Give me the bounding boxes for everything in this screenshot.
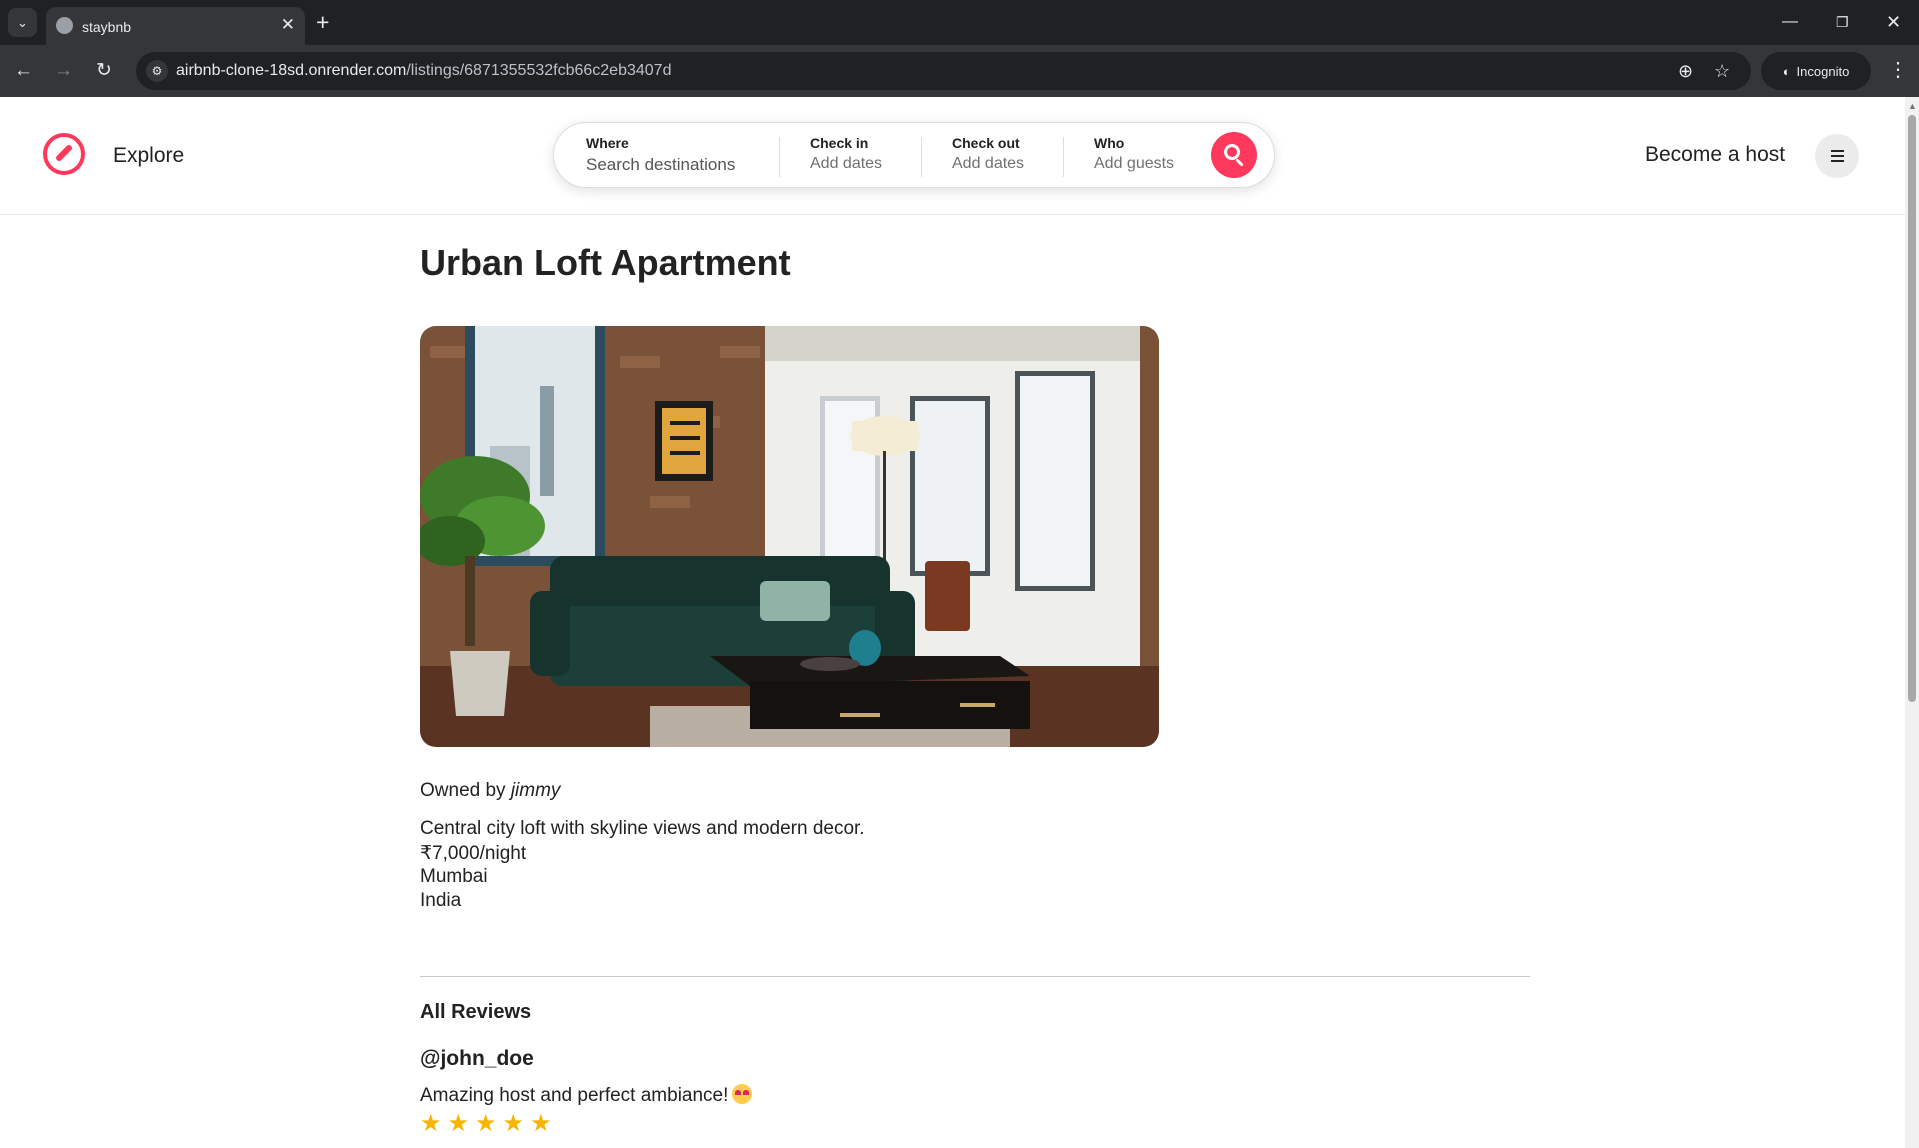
checkout-label: Check out — [952, 135, 1020, 151]
browser-tab[interactable]: staybnb ✕ — [46, 7, 305, 45]
reload-icon[interactable]: ↻ — [96, 58, 112, 84]
incognito-label: Incognito — [1796, 63, 1850, 79]
divider — [921, 137, 922, 177]
scroll-up-icon[interactable]: ▲ — [1908, 101, 1917, 111]
star-bookmark-icon[interactable]: ☆ — [1714, 60, 1730, 82]
review-comment-text: Amazing host and perfect ambiance! — [420, 1085, 729, 1106]
divider — [1063, 137, 1064, 177]
review-author: @john_doe — [420, 1047, 534, 1070]
globe-icon — [56, 17, 73, 34]
checkout-value: Add dates — [952, 155, 1025, 172]
star-icon: ★ — [530, 1110, 552, 1137]
star-icon: ★ — [447, 1110, 470, 1137]
search-button[interactable] — [1211, 132, 1257, 178]
zoom-icon[interactable]: ⊕ — [1678, 60, 1693, 82]
where-field[interactable]: Where Search destinations — [586, 135, 735, 175]
listing-photo — [420, 326, 1159, 747]
star-icon: ★ — [475, 1110, 497, 1137]
listing-title: Urban Loft Apartment — [420, 242, 791, 283]
review-rating: ★ ★ ★ ★ ★ — [420, 1111, 552, 1137]
compass-logo-icon[interactable] — [43, 133, 85, 175]
window-close-icon[interactable]: ✕ — [1886, 9, 1901, 35]
new-tab-icon[interactable]: + — [316, 9, 329, 35]
tab-title: staybnb — [82, 19, 132, 35]
reviews-heading: All Reviews — [420, 1001, 532, 1023]
incognito-icon: ◐ — [1782, 63, 1791, 79]
scrollbar-thumb[interactable] — [1908, 115, 1916, 702]
page-scrollbar[interactable]: ▲ — [1905, 97, 1919, 1148]
close-icon[interactable]: ✕ — [281, 15, 295, 35]
browser-menu-icon[interactable]: ⋮ — [1888, 57, 1908, 83]
star-icon: ★ — [502, 1110, 525, 1137]
who-label: Who — [1094, 135, 1125, 151]
divider — [779, 137, 780, 177]
checkin-value: Add dates — [810, 155, 883, 172]
listing-city: Mumbai — [420, 866, 488, 887]
checkin-label: Check in — [810, 135, 869, 151]
owner-name: jimmy — [510, 780, 561, 801]
who-field[interactable]: Who Add guests — [1094, 135, 1174, 173]
who-value: Add guests — [1094, 155, 1175, 172]
browser-tabstrip: ⌄ staybnb ✕ + — ❐ ✕ — [0, 0, 1919, 45]
checkin-field[interactable]: Check in Add dates — [810, 135, 882, 173]
browser-toolbar: ← → ↻ ⚙ airbnb-clone-18sd.onrender.com/l… — [0, 45, 1919, 97]
become-host-link[interactable]: Become a host — [1645, 143, 1785, 167]
review-comment: Amazing host and perfect ambiance! — [420, 1084, 753, 1107]
listing-price: ₹7,000/night — [420, 843, 527, 864]
star-icon: ★ — [420, 1110, 442, 1137]
url-text[interactable]: airbnb-clone-18sd.onrender.com/listings/… — [176, 62, 671, 80]
owner-prefix: Owned by — [420, 780, 506, 801]
site-info-icon[interactable]: ⚙ — [146, 60, 168, 82]
incognito-button[interactable]: ◐ Incognito — [1761, 52, 1871, 90]
page-content: Explore Where Search destinations Check … — [0, 97, 1905, 1148]
forward-icon[interactable]: → — [54, 58, 73, 84]
listing-description: Central city loft with skyline views and… — [420, 818, 865, 839]
back-icon[interactable]: ← — [14, 58, 33, 84]
listing-country: India — [420, 890, 462, 911]
hamburger-menu-button[interactable] — [1815, 134, 1859, 178]
checkout-field[interactable]: Check out Add dates — [952, 135, 1024, 173]
site-navbar: Explore Where Search destinations Check … — [0, 97, 1905, 215]
owner-line: Owned by jimmy — [420, 780, 560, 802]
minimize-icon[interactable]: — — [1782, 9, 1798, 35]
where-input[interactable]: Search destinations — [586, 155, 735, 175]
section-divider — [420, 976, 1530, 977]
restore-icon[interactable]: ❐ — [1836, 9, 1849, 35]
explore-link[interactable]: Explore — [113, 144, 184, 168]
where-label: Where — [586, 135, 629, 151]
search-bar: Where Search destinations Check in Add d… — [553, 122, 1275, 188]
tab-search-icon[interactable]: ⌄ — [8, 8, 37, 37]
heart-eyes-emoji-icon — [732, 1084, 753, 1104]
address-bar[interactable]: ⚙ airbnb-clone-18sd.onrender.com/listing… — [136, 52, 1751, 90]
